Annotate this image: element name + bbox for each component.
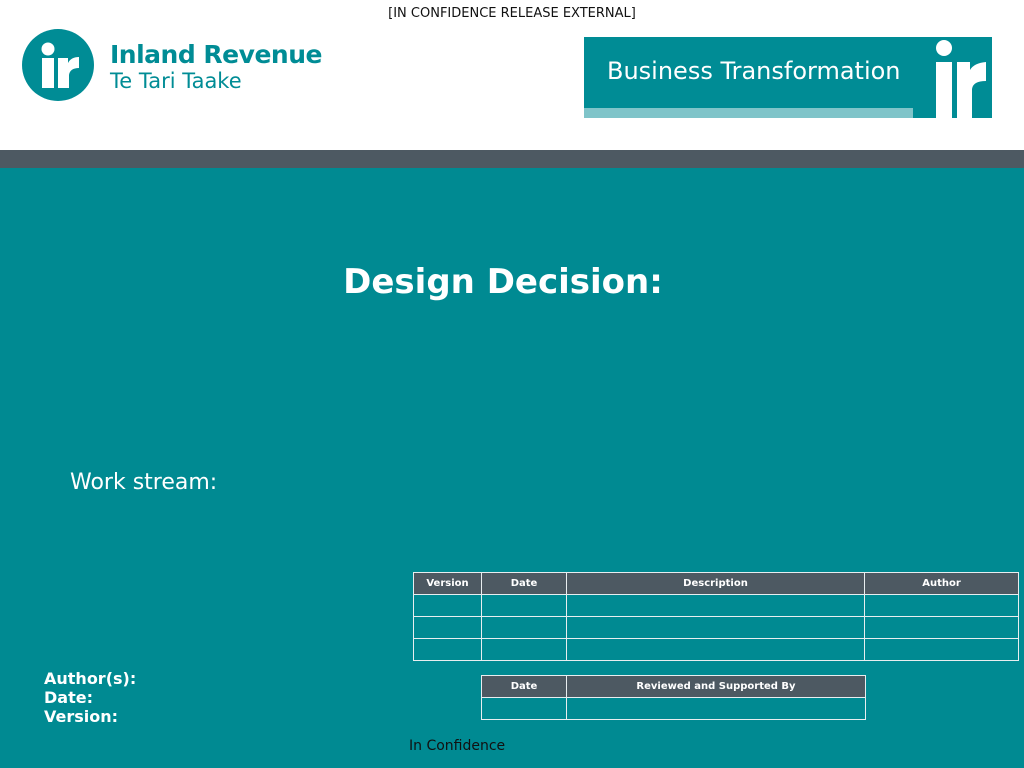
table-cell[interactable] <box>864 594 1019 617</box>
version-history-table: Version Date Description Author <box>413 572 1019 661</box>
logo-subtitle: Te Tari Taake <box>110 69 242 93</box>
table-cell[interactable] <box>566 594 865 617</box>
table-cell[interactable] <box>481 594 567 617</box>
version-label: Version: <box>44 707 119 726</box>
table-cell[interactable] <box>481 638 567 661</box>
table-row <box>413 594 1019 617</box>
version-column-header: Version <box>413 572 482 595</box>
table-row <box>413 638 1019 661</box>
table-cell[interactable] <box>864 638 1019 661</box>
logo-name: Inland Revenue <box>110 40 322 69</box>
table-row <box>481 697 866 720</box>
date-column-header: Date <box>481 572 567 595</box>
table-header-row: Version Date Description Author <box>413 572 1019 595</box>
footer-confidentiality: In Confidence <box>409 738 506 754</box>
workstream-label: Work stream: <box>70 470 218 495</box>
table-cell[interactable] <box>566 638 865 661</box>
date-label: Date: <box>44 688 93 707</box>
banner-strip <box>584 108 913 118</box>
review-date-column-header: Date <box>481 675 567 698</box>
ir-logo-icon <box>22 29 94 101</box>
table-cell[interactable] <box>566 616 865 639</box>
business-transformation-banner: Business Transformation <box>584 37 992 118</box>
author-column-header: Author <box>864 572 1019 595</box>
classification-label: [IN CONFIDENCE RELEASE EXTERNAL] <box>388 6 636 21</box>
review-table: Date Reviewed and Supported By <box>481 675 866 720</box>
table-cell[interactable] <box>566 697 866 720</box>
table-cell[interactable] <box>413 616 482 639</box>
table-header-row: Date Reviewed and Supported By <box>481 675 866 698</box>
table-cell[interactable] <box>481 616 567 639</box>
table-cell[interactable] <box>413 594 482 617</box>
description-column-header: Description <box>566 572 865 595</box>
header-divider-band <box>0 150 1024 168</box>
table-cell[interactable] <box>481 697 567 720</box>
table-cell[interactable] <box>413 638 482 661</box>
ir-banner-icon <box>924 37 992 118</box>
table-row <box>413 616 1019 639</box>
inland-revenue-logo: Inland Revenue Te Tari Taake <box>22 29 322 101</box>
authors-label: Author(s): <box>44 669 137 688</box>
banner-text: Business Transformation <box>607 57 901 85</box>
page-title: Design Decision: <box>343 262 663 302</box>
table-cell[interactable] <box>864 616 1019 639</box>
reviewed-by-column-header: Reviewed and Supported By <box>566 675 866 698</box>
document-meta: Author(s): Date: Version: <box>44 669 136 726</box>
